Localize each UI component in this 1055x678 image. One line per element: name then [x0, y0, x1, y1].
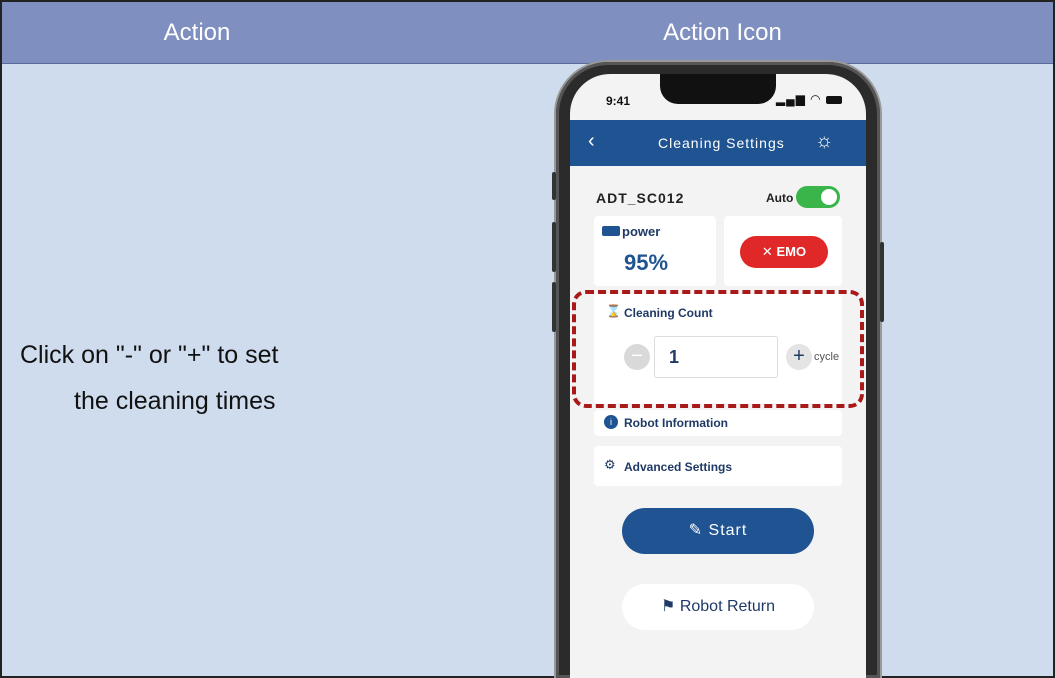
robot-return-button[interactable]: ⚑ Robot Return [622, 584, 814, 630]
sun-icon[interactable]: ☼ [815, 130, 833, 153]
robot-information-item[interactable]: i Robot Information [594, 410, 842, 436]
header-action: Action [163, 19, 231, 46]
phone-power-button [880, 242, 884, 322]
highlight-box [572, 290, 864, 408]
phone-volume-up [552, 222, 556, 272]
header-action-icon: Action Icon [663, 19, 782, 46]
phone-screen: 9:41 ▂▄▆ ◠ ‹ Cleaning Settings ☼ ADT_SC0… [570, 74, 866, 678]
wifi-icon: ◠ [810, 92, 822, 106]
advanced-settings-label: Advanced Settings [624, 460, 733, 474]
battery-icon [826, 95, 842, 104]
instruction-table: Action Action Icon Click on "-" or "+" t… [0, 0, 1055, 678]
table-header-row: Action Action Icon [2, 2, 1053, 64]
power-card: power 95% [594, 216, 716, 286]
instruction-line-2: the cleaning times [74, 387, 276, 415]
flag-icon: ⚑ [661, 598, 676, 615]
signal-icon: ▂▄▆ [775, 92, 806, 106]
power-label: power [622, 224, 661, 239]
power-value: 95% [624, 250, 669, 275]
phone-mockup: 9:41 ▂▄▆ ◠ ‹ Cleaning Settings ☼ ADT_SC0… [552, 62, 884, 678]
instruction-text: Click on "-" or "+" to set the cleaning … [20, 332, 380, 424]
auto-toggle[interactable] [796, 186, 840, 208]
phone-notch [660, 74, 776, 104]
battery-power-icon [602, 226, 620, 236]
nav-bar: ‹ Cleaning Settings ☼ [570, 120, 866, 166]
toggle-knob [821, 189, 837, 205]
emo-label: EMO [776, 244, 807, 259]
robot-return-label: Robot Return [679, 598, 775, 615]
auto-label: Auto [766, 191, 794, 205]
phone-volume-down [552, 282, 556, 332]
device-name: ADT_SC012 [596, 190, 685, 206]
gear-icon: ⚙ [604, 457, 616, 472]
instruction-line-1: Click on "-" or "+" to set [20, 341, 279, 369]
status-icons: ▂▄▆ ◠ [776, 92, 842, 106]
back-icon[interactable]: ‹ [588, 130, 595, 153]
advanced-settings-item[interactable]: ⚙ Advanced Settings [594, 446, 842, 486]
broom-icon: ✎ [688, 522, 704, 539]
emo-button[interactable]: ✕ EMO [740, 236, 828, 268]
start-label: Start [708, 522, 748, 539]
bell-off-icon: ✕ [761, 244, 773, 259]
robot-information-label: Robot Information [624, 416, 728, 430]
emo-card: ✕ EMO [724, 216, 842, 286]
nav-title: Cleaning Settings [658, 135, 785, 151]
status-time: 9:41 [606, 94, 631, 108]
phone-mute-switch [552, 172, 556, 200]
start-button[interactable]: ✎ Start [622, 508, 814, 554]
robot-info-icon: i [604, 415, 618, 429]
